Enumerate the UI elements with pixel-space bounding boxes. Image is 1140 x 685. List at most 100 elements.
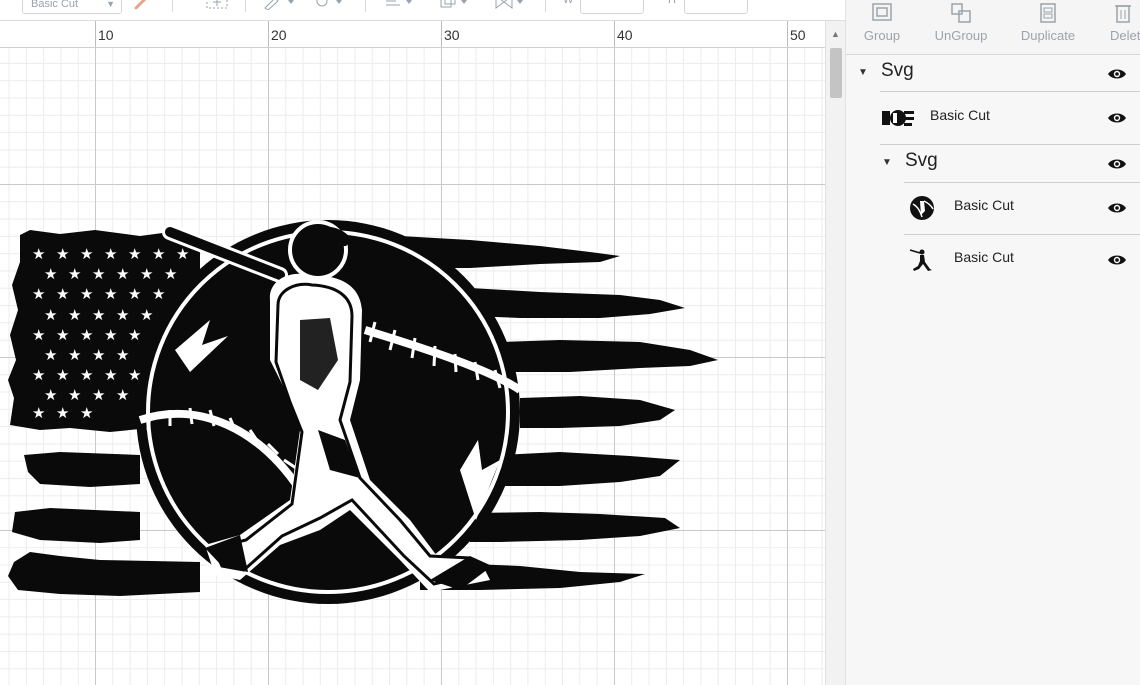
operation-select[interactable]: Basic Cut ▼ xyxy=(22,0,122,14)
svg-text:★: ★ xyxy=(128,245,141,263)
svg-text:★: ★ xyxy=(104,245,117,263)
svg-text:★: ★ xyxy=(116,386,129,404)
design-canvas[interactable]: ★ ★ ★ ★ ★ ★ ★ ★ ★ ★ ★ ★ ★ ★ ★ ★ ★ ★ ★ ★ ★ ★ ★ ★ ★ ★ ★ ★ ★ ★ ★ ★ ★ ★… xyxy=(0,48,825,685)
layers-action-bar: Group UnGroup Duplicate Delete xyxy=(846,0,1140,55)
svg-text:★: ★ xyxy=(92,306,105,324)
svg-text:★: ★ xyxy=(80,326,93,344)
svg-text:★: ★ xyxy=(32,245,45,263)
layer-divider xyxy=(904,182,1140,183)
layer-basic-cut-baseball[interactable]: Basic Cut xyxy=(846,189,1140,225)
svg-text:★: ★ xyxy=(128,366,141,384)
chevron-down-icon[interactable]: ▼ xyxy=(858,67,868,78)
svg-text:★: ★ xyxy=(56,326,69,344)
duplicate-button-label: Duplicate xyxy=(1020,28,1076,43)
svg-text:★: ★ xyxy=(128,326,141,344)
svg-text:★: ★ xyxy=(80,404,93,422)
eye-icon[interactable] xyxy=(1107,253,1127,267)
edit-icon[interactable] xyxy=(262,0,296,14)
svg-text:★: ★ xyxy=(56,285,69,303)
height-field[interactable] xyxy=(684,0,748,14)
svg-text:★: ★ xyxy=(80,285,93,303)
layer-basic-cut-flag[interactable]: Basic Cut xyxy=(846,99,1140,135)
eye-icon[interactable] xyxy=(1107,157,1127,171)
svg-text:★: ★ xyxy=(116,346,129,364)
svg-text:★: ★ xyxy=(92,346,105,364)
svg-text:★: ★ xyxy=(68,346,81,364)
toolbar-divider xyxy=(545,0,546,12)
svg-text:★: ★ xyxy=(32,326,45,344)
layer-group-svg[interactable]: ▼ Svg xyxy=(846,55,1140,91)
svg-text:★: ★ xyxy=(152,245,165,263)
svg-text:★: ★ xyxy=(92,386,105,404)
svg-text:★: ★ xyxy=(68,306,81,324)
svg-text:★: ★ xyxy=(116,306,129,324)
align-icon[interactable] xyxy=(383,0,417,14)
ruler-tick xyxy=(95,21,96,47)
toolbar-divider xyxy=(245,0,246,12)
ungroup-button-label: UnGroup xyxy=(934,28,988,43)
layer-name: Basic Cut xyxy=(954,197,1014,213)
group-icon xyxy=(872,3,892,21)
width-label: W xyxy=(563,0,574,6)
eye-icon[interactable] xyxy=(1107,111,1127,125)
ruler-label: 40 xyxy=(617,27,633,43)
duplicate-icon xyxy=(1040,3,1056,23)
artwork-flag-baseball-batter[interactable]: ★ ★ ★ ★ ★ ★ ★ ★ ★ ★ ★ ★ ★ ★ ★ ★ ★ ★ ★ ★ ★ ★ ★ ★ ★ ★ ★ ★ ★ ★ ★ ★ ★ ★… xyxy=(0,48,825,685)
svg-text:★: ★ xyxy=(56,366,69,384)
group-button-label: Group xyxy=(863,28,901,43)
duplicate-button[interactable]: Duplicate xyxy=(1008,0,1088,54)
svg-text:★: ★ xyxy=(116,265,129,283)
scrollbar-thumb[interactable] xyxy=(830,48,842,98)
offset-icon[interactable] xyxy=(312,0,346,14)
ungroup-button[interactable]: UnGroup xyxy=(921,0,1001,54)
pen-swatch-icon xyxy=(134,0,147,10)
layer-name: Basic Cut xyxy=(954,249,1014,265)
chevron-down-icon[interactable]: ▼ xyxy=(882,157,892,168)
layers-panel: Group UnGroup Duplicate Delete ▼ Svg Bas… xyxy=(845,0,1140,685)
layer-group-svg-nested[interactable]: ▼ Svg xyxy=(846,145,1140,181)
width-field[interactable] xyxy=(580,0,644,14)
ruler-tick xyxy=(787,21,788,47)
chevron-down-icon: ▼ xyxy=(106,0,115,9)
svg-text:★: ★ xyxy=(80,366,93,384)
batter-thumbnail-icon xyxy=(909,249,932,271)
svg-text:★: ★ xyxy=(56,245,69,263)
svg-text:★: ★ xyxy=(128,285,141,303)
delete-button[interactable]: Delete xyxy=(1089,0,1140,54)
flip-icon[interactable] xyxy=(493,0,527,14)
delete-button-label: Delete xyxy=(1110,28,1140,43)
horizontal-ruler: 10 20 30 40 50 xyxy=(0,21,825,48)
flag-thumbnail-icon xyxy=(882,110,914,126)
layer-divider xyxy=(880,91,1140,92)
layer-name: Basic Cut xyxy=(930,107,990,123)
svg-text:★: ★ xyxy=(44,346,57,364)
select-all-icon[interactable] xyxy=(205,0,231,14)
ruler-tick xyxy=(614,21,615,47)
layer-divider xyxy=(904,234,1140,235)
toolbar-divider xyxy=(365,0,366,12)
svg-text:★: ★ xyxy=(32,285,45,303)
ruler-tick xyxy=(268,21,269,47)
baseball-thumbnail-icon xyxy=(910,196,934,220)
svg-text:★: ★ xyxy=(32,366,45,384)
toolbar-divider xyxy=(172,0,173,12)
layer-name: Svg xyxy=(905,150,938,171)
group-button[interactable]: Group xyxy=(842,0,922,54)
svg-text:★: ★ xyxy=(80,245,93,263)
layer-basic-cut-batter[interactable]: Basic Cut xyxy=(846,241,1140,277)
ruler-tick xyxy=(441,21,442,47)
ruler-label: 30 xyxy=(444,27,460,43)
svg-text:★: ★ xyxy=(92,265,105,283)
top-toolbar: Basic Cut ▼ W H xyxy=(0,0,845,21)
color-swatch[interactable] xyxy=(132,0,154,14)
vertical-scrollbar[interactable]: ▲ xyxy=(825,21,846,685)
ruler-label: 50 xyxy=(790,27,806,43)
scroll-up-arrow-icon[interactable]: ▲ xyxy=(831,29,840,39)
eye-icon[interactable] xyxy=(1107,67,1127,81)
ungroup-icon xyxy=(951,3,971,23)
eye-icon[interactable] xyxy=(1107,201,1127,215)
arrange-icon[interactable] xyxy=(438,0,472,14)
svg-text:★: ★ xyxy=(152,285,165,303)
svg-text:★: ★ xyxy=(44,386,57,404)
svg-text:★: ★ xyxy=(44,265,57,283)
